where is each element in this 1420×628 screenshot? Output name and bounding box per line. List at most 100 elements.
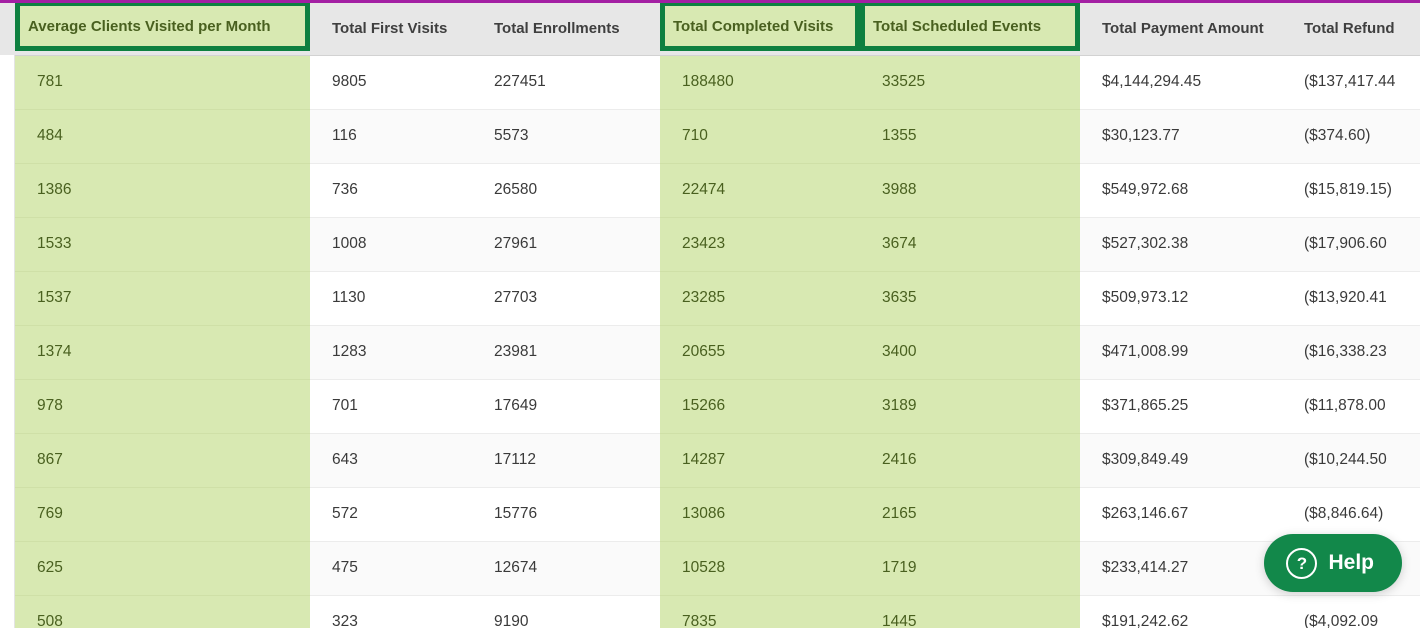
table-header-row: Average Clients Visited per Month Total F…	[0, 3, 1420, 56]
cell-first_visits[interactable]: 1008	[310, 217, 472, 272]
cell-avg_clients[interactable]: 781	[15, 55, 310, 110]
cell-completed[interactable]: 23423	[660, 217, 860, 272]
cell-completed[interactable]: 13086	[660, 487, 860, 542]
cell-first_visits[interactable]: 572	[310, 487, 472, 542]
column-header-completed[interactable]: Total Completed Visits	[660, 3, 860, 56]
cell-scheduled[interactable]: 3988	[860, 163, 1080, 218]
cell-payment[interactable]: $263,146.67	[1080, 487, 1282, 542]
cell-payment[interactable]: $233,414.27	[1080, 541, 1282, 596]
cell-payment[interactable]: $509,973.12	[1080, 271, 1282, 326]
cell-scheduled[interactable]: 3674	[860, 217, 1080, 272]
column-header-payment[interactable]: Total Payment Amount	[1080, 3, 1282, 56]
cell-avg_clients[interactable]: 1374	[15, 325, 310, 380]
cell-refund[interactable]: ($137,417.44	[1282, 55, 1420, 110]
table-row[interactable]: 781 9805 227451 188480 33525 $4,144,294.45 ($1…	[0, 55, 1420, 110]
cell-first_visits[interactable]: 643	[310, 433, 472, 488]
cell-enrollments[interactable]: 17649	[472, 379, 660, 434]
column-header-label: Total Completed Visits	[682, 20, 843, 38]
help-button[interactable]: ? Help	[1264, 534, 1402, 592]
cell-payment[interactable]: $527,302.38	[1080, 217, 1282, 272]
table-row[interactable]: 1386 736 26580 22474 3988 $549,972.68 ($15,819…	[0, 163, 1420, 218]
cell-avg_clients[interactable]: 978	[15, 379, 310, 434]
cell-completed[interactable]: 10528	[660, 541, 860, 596]
cell-first_visits[interactable]: 9805	[310, 55, 472, 110]
cell-payment[interactable]: $191,242.62	[1080, 595, 1282, 628]
column-header-first_visits[interactable]: Total First Visits	[310, 3, 472, 56]
table-row[interactable]: 867 643 17112 14287 2416 $309,849.49 ($10,244.…	[0, 433, 1420, 488]
cell-completed[interactable]: 710	[660, 109, 860, 164]
cell-refund[interactable]: ($17,906.60	[1282, 217, 1420, 272]
cell-scheduled[interactable]: 1445	[860, 595, 1080, 628]
cell-first_visits[interactable]: 1283	[310, 325, 472, 380]
cell-refund[interactable]: ($16,338.23	[1282, 325, 1420, 380]
cell-completed[interactable]: 15266	[660, 379, 860, 434]
cell-refund[interactable]: ($4,092.09	[1282, 595, 1420, 628]
cell-avg_clients[interactable]: 867	[15, 433, 310, 488]
spreadsheet-viewport: Average Clients Visited per Month Total F…	[0, 0, 1420, 628]
cell-enrollments[interactable]: 23981	[472, 325, 660, 380]
cell-first_visits[interactable]: 323	[310, 595, 472, 628]
cell-enrollments[interactable]: 15776	[472, 487, 660, 542]
cell-scheduled[interactable]: 2416	[860, 433, 1080, 488]
column-header-enrollments[interactable]: Total Enrollments	[472, 3, 660, 56]
cell-scheduled[interactable]: 3635	[860, 271, 1080, 326]
cell-enrollments[interactable]: 26580	[472, 163, 660, 218]
table-row[interactable]: 978 701 17649 15266 3189 $371,865.25 ($11,878.…	[0, 379, 1420, 434]
table-row[interactable]: 484 116 5573 710 1355 $30,123.77 ($374.60)	[0, 109, 1420, 164]
table-row[interactable]: 1533 1008 27961 23423 3674 $527,302.38 ($17,90…	[0, 217, 1420, 272]
cell-first_visits[interactable]: 116	[310, 109, 472, 164]
cell-payment[interactable]: $309,849.49	[1080, 433, 1282, 488]
column-header-scheduled[interactable]: Total Scheduled Events	[860, 3, 1080, 56]
cell-avg_clients[interactable]: 508	[15, 595, 310, 628]
cell-scheduled[interactable]: 33525	[860, 55, 1080, 110]
table-row[interactable]: 769 572 15776 13086 2165 $263,146.67 ($8,846.6…	[0, 487, 1420, 542]
cell-payment[interactable]: $30,123.77	[1080, 109, 1282, 164]
cell-payment[interactable]: $549,972.68	[1080, 163, 1282, 218]
cell-completed[interactable]: 7835	[660, 595, 860, 628]
cell-enrollments[interactable]: 27961	[472, 217, 660, 272]
table-row[interactable]: 1537 1130 27703 23285 3635 $509,973.12 ($13,92…	[0, 271, 1420, 326]
column-header-refund[interactable]: Total Refund	[1282, 3, 1420, 56]
cell-completed[interactable]: 23285	[660, 271, 860, 326]
cell-completed[interactable]: 20655	[660, 325, 860, 380]
cell-completed[interactable]: 22474	[660, 163, 860, 218]
cell-refund[interactable]: ($8,846.64)	[1282, 487, 1420, 542]
table-header: Average Clients Visited per Month Total F…	[0, 3, 1420, 56]
cell-enrollments[interactable]: 12674	[472, 541, 660, 596]
table-body: 781 9805 227451 188480 33525 $4,144,294.45 ($1…	[0, 55, 1420, 628]
cell-avg_clients[interactable]: 1537	[15, 271, 310, 326]
cell-enrollments[interactable]: 227451	[472, 55, 660, 110]
cell-first_visits[interactable]: 475	[310, 541, 472, 596]
table-row[interactable]: 508 323 9190 7835 1445 $191,242.62 ($4,092.09	[0, 595, 1420, 628]
cell-scheduled[interactable]: 3189	[860, 379, 1080, 434]
cell-payment[interactable]: $471,008.99	[1080, 325, 1282, 380]
cell-enrollments[interactable]: 27703	[472, 271, 660, 326]
cell-scheduled[interactable]: 2165	[860, 487, 1080, 542]
cell-completed[interactable]: 14287	[660, 433, 860, 488]
cell-avg_clients[interactable]: 769	[15, 487, 310, 542]
cell-payment[interactable]: $4,144,294.45	[1080, 55, 1282, 110]
cell-refund[interactable]: ($11,878.00	[1282, 379, 1420, 434]
cell-scheduled[interactable]: 1355	[860, 109, 1080, 164]
cell-refund[interactable]: ($13,920.41	[1282, 271, 1420, 326]
cell-avg_clients[interactable]: 1386	[15, 163, 310, 218]
cell-completed[interactable]: 188480	[660, 55, 860, 110]
cell-scheduled[interactable]: 1719	[860, 541, 1080, 596]
cell-avg_clients[interactable]: 625	[15, 541, 310, 596]
cell-refund[interactable]: ($15,819.15)	[1282, 163, 1420, 218]
column-header-avg_clients[interactable]: Average Clients Visited per Month	[15, 3, 310, 56]
cell-enrollments[interactable]: 9190	[472, 595, 660, 628]
cell-enrollments[interactable]: 5573	[472, 109, 660, 164]
table-row[interactable]: 1374 1283 23981 20655 3400 $471,008.99 ($16,33…	[0, 325, 1420, 380]
cell-first_visits[interactable]: 701	[310, 379, 472, 434]
cell-payment[interactable]: $371,865.25	[1080, 379, 1282, 434]
cell-enrollments[interactable]: 17112	[472, 433, 660, 488]
cell-avg_clients[interactable]: 1533	[15, 217, 310, 272]
cell-avg_clients[interactable]: 484	[15, 109, 310, 164]
cell-scheduled[interactable]: 3400	[860, 325, 1080, 380]
cell-first_visits[interactable]: 736	[310, 163, 472, 218]
cell-refund[interactable]: ($374.60)	[1282, 109, 1420, 164]
cell-refund[interactable]: ($10,244.50	[1282, 433, 1420, 488]
table-row[interactable]: 62547512674105281719$233,414.27($7)	[0, 541, 1420, 596]
cell-first_visits[interactable]: 1130	[310, 271, 472, 326]
